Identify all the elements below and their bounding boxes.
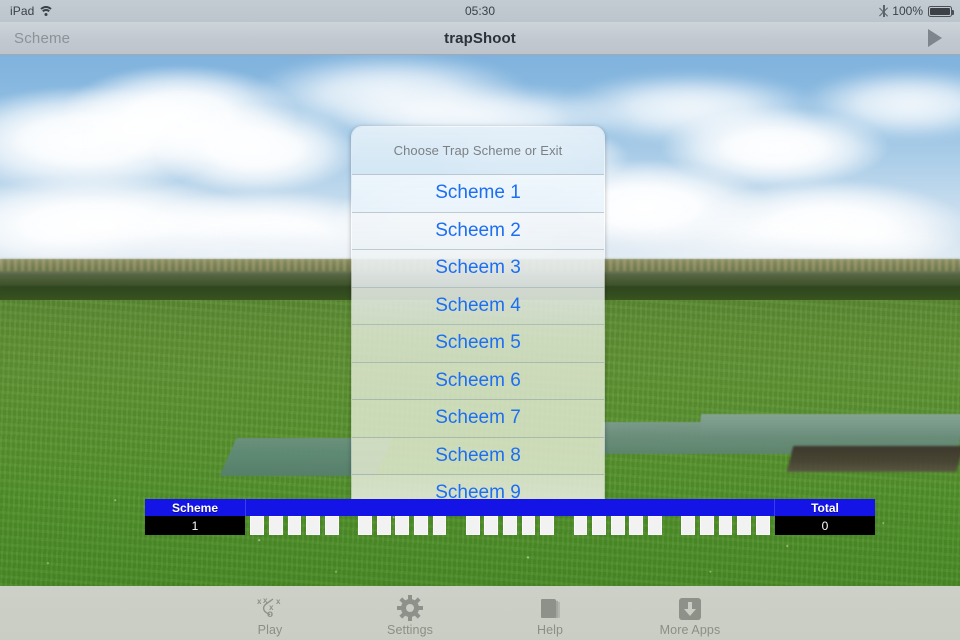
- shot-marker[interactable]: [540, 516, 555, 535]
- download-box-icon: [679, 594, 701, 620]
- bluetooth-icon: [879, 5, 889, 18]
- action-sheet-option-3[interactable]: Scheem 3: [352, 250, 604, 288]
- app-root: iPad 05:30 100% Scheme trapShoot Choose …: [0, 0, 960, 640]
- total-readout: Total 0: [775, 499, 875, 535]
- shot-marker[interactable]: [503, 516, 517, 535]
- action-sheet-option-2[interactable]: Scheem 2: [352, 212, 604, 250]
- shot-track: [245, 499, 775, 535]
- action-sheet-option-4[interactable]: Scheem 4: [352, 287, 604, 325]
- tab-settings-label: Settings: [387, 623, 433, 637]
- tab-help[interactable]: Help: [480, 589, 620, 637]
- total-readout-value: 0: [775, 516, 875, 535]
- shot-marker[interactable]: [413, 516, 428, 535]
- scheme-readout-label: Scheme: [145, 499, 245, 516]
- action-sheet-option-7[interactable]: Scheem 7: [352, 400, 604, 438]
- shot-marker[interactable]: [629, 516, 644, 535]
- shot-marker[interactable]: [681, 516, 696, 535]
- dirt-patch: [786, 446, 960, 472]
- shot-marker[interactable]: [358, 516, 372, 535]
- shot-marker[interactable]: [592, 516, 607, 535]
- navigation-bar: Scheme trapShoot: [0, 22, 960, 55]
- shot-marker[interactable]: [324, 516, 339, 535]
- playbook-xo-icon: x x x x o: [257, 596, 281, 620]
- shot-marker[interactable]: [484, 516, 499, 535]
- score-bar: Scheme 1 Total 0: [145, 499, 875, 535]
- shot-marker[interactable]: [699, 516, 714, 535]
- action-sheet-option-1[interactable]: Scheme 1: [352, 175, 604, 213]
- shot-marker[interactable]: [521, 516, 536, 535]
- tab-bar: x x x x o Play Settings Help More Apps: [0, 586, 960, 640]
- status-bar: iPad 05:30 100%: [0, 0, 960, 22]
- action-sheet-option-8[interactable]: Scheem 8: [352, 437, 604, 475]
- status-bar-clock: 05:30: [464, 4, 496, 18]
- tab-play[interactable]: x x x x o Play: [200, 589, 340, 638]
- page-title: trapShoot: [444, 29, 516, 47]
- shot-marker[interactable]: [432, 516, 447, 535]
- shot-track-bar: [245, 499, 775, 516]
- shot-marker[interactable]: [395, 516, 410, 535]
- shot-marker-row[interactable]: [245, 516, 775, 535]
- shot-marker[interactable]: [648, 516, 662, 535]
- tab-more-apps-label: More Apps: [659, 623, 721, 637]
- shot-marker[interactable]: [737, 516, 751, 535]
- battery-icon: [928, 5, 954, 17]
- start-round-button[interactable]: [928, 22, 942, 54]
- action-sheet-option-5[interactable]: Scheem 5: [352, 325, 604, 363]
- action-sheet-option-6[interactable]: Scheem 6: [352, 362, 604, 400]
- battery-percent-label: 100%: [892, 4, 923, 18]
- shot-marker[interactable]: [610, 516, 625, 535]
- total-readout-label: Total: [775, 499, 875, 516]
- shot-marker[interactable]: [755, 516, 770, 535]
- shot-marker[interactable]: [718, 516, 733, 535]
- play-triangle-icon: [928, 29, 942, 47]
- shot-marker-gap: [451, 516, 461, 535]
- gear-icon: [397, 594, 423, 621]
- shot-marker-gap: [343, 516, 353, 535]
- shot-marker-gap: [667, 516, 677, 535]
- shot-marker[interactable]: [465, 516, 480, 535]
- status-bar-right: 100%: [879, 0, 954, 22]
- shot-marker[interactable]: [573, 516, 588, 535]
- action-sheet-title: Choose Trap Scheme or Exit: [352, 127, 604, 175]
- shot-marker-gap: [559, 516, 569, 535]
- tab-more-apps[interactable]: More Apps: [620, 589, 760, 637]
- scheme-readout-value: 1: [145, 516, 245, 535]
- scheme-readout: Scheme 1: [145, 499, 245, 535]
- shot-marker[interactable]: [376, 516, 391, 535]
- shot-marker[interactable]: [287, 516, 302, 535]
- tab-help-label: Help: [536, 623, 564, 637]
- shot-marker[interactable]: [268, 516, 283, 535]
- shot-marker[interactable]: [250, 516, 265, 535]
- tab-settings[interactable]: Settings: [340, 589, 480, 637]
- book-icon: [539, 594, 561, 620]
- trap-scheme-action-sheet: Choose Trap Scheme or Exit Scheme 1 Sche…: [351, 126, 605, 513]
- shot-marker[interactable]: [306, 516, 320, 535]
- tab-play-label: Play: [257, 623, 283, 637]
